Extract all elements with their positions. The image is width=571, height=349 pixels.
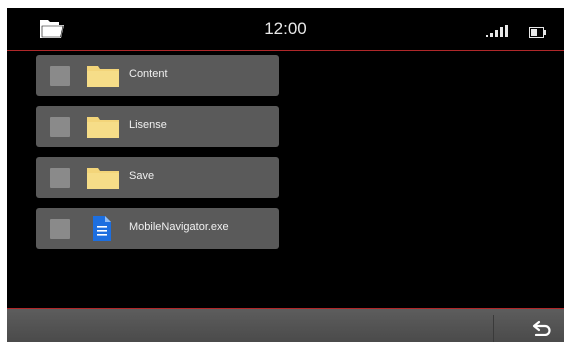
list-item[interactable]: MobileNavigator.exe xyxy=(36,208,279,249)
list-item-label: Lisense xyxy=(129,119,167,131)
battery-icon xyxy=(529,25,547,43)
item-checkbox[interactable] xyxy=(50,66,70,86)
back-icon[interactable] xyxy=(532,320,552,341)
item-checkbox[interactable] xyxy=(50,117,70,137)
clock: 12:00 xyxy=(264,19,307,38)
signal-icon xyxy=(486,24,510,42)
list-item-label: Content xyxy=(129,68,168,80)
list-item-label: Save xyxy=(129,170,155,182)
item-checkbox[interactable] xyxy=(50,168,70,188)
bottom-bar xyxy=(7,308,564,342)
status-bar: 12:00 xyxy=(7,8,564,51)
folder-icon xyxy=(86,166,120,195)
item-checkbox[interactable] xyxy=(50,219,70,239)
device-screen: 12:00 Content Lisense Save MobileNavigat… xyxy=(7,8,564,342)
folder-icon xyxy=(86,115,120,144)
list-item[interactable]: Save xyxy=(36,157,279,198)
document-icon xyxy=(92,215,112,247)
list-item[interactable]: Content xyxy=(36,55,279,96)
list-item-label: MobileNavigator.exe xyxy=(129,221,229,233)
divider xyxy=(493,315,494,342)
list-item[interactable]: Lisense xyxy=(36,106,279,147)
folder-icon xyxy=(86,64,120,93)
